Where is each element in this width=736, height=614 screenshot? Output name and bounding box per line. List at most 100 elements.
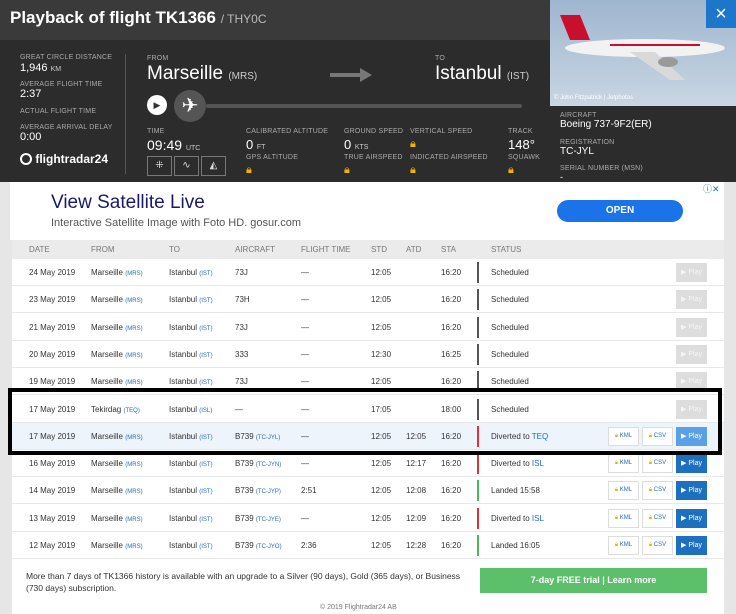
table-row[interactable]: 16 May 2019 Marseille (MRS) Istanbul (IST)… <box>12 450 724 478</box>
play-button[interactable]: ▶ Play <box>676 536 707 555</box>
cell-to[interactable]: Istanbul (IST) <box>169 350 213 359</box>
table-row[interactable]: 14 May 2019 Marseille (MRS) Istanbul (IST)… <box>12 477 724 505</box>
cell-to[interactable]: Istanbul (IST) <box>169 541 213 550</box>
photo-credit[interactable]: © John Fitzpatrick | Jetphotos <box>554 95 633 101</box>
cell-date: 17 May 2019 <box>29 431 76 441</box>
play-button[interactable]: ▶ Play <box>676 263 707 282</box>
cell-from[interactable]: Marseille (MRS) <box>91 432 143 441</box>
diverted-airport-link[interactable]: ISL <box>532 459 544 468</box>
registration-value[interactable]: TC-JYL <box>560 146 594 157</box>
map-view-button[interactable]: ⁜ <box>147 156 172 176</box>
table-row[interactable]: 21 May 2019 Marseille (MRS) Istanbul (IST)… <box>12 313 724 341</box>
aircraft-panel: © John Fitzpatrick | Jetphotos × AIRCRAF… <box>550 0 736 182</box>
diverted-airport-link[interactable]: TEQ <box>532 432 548 441</box>
free-trial-button[interactable]: 7-day FREE trial | Learn more <box>480 568 707 593</box>
play-button[interactable]: ▶ Play <box>676 426 707 446</box>
cell-aircraft: 73H <box>235 295 250 305</box>
ad-open-button[interactable]: OPEN <box>557 200 683 222</box>
table-row[interactable]: 19 May 2019 Marseille (MRS) Istanbul (IST)… <box>12 368 724 396</box>
cell-to[interactable]: Istanbul (IST) <box>169 323 213 332</box>
kml-download-button[interactable]: 🔒︎ KML <box>608 536 639 555</box>
status-indicator <box>477 480 479 502</box>
aircraft-value[interactable]: Boeing 737-9F2(ER) <box>560 119 652 130</box>
play-button[interactable]: ▶ Play <box>676 454 707 474</box>
flightradar24-logo[interactable]: flightradar24 <box>20 152 108 166</box>
status-indicator <box>477 343 479 365</box>
cell-to[interactable]: Istanbul (ISL) <box>169 405 212 414</box>
cell-to[interactable]: Istanbul (IST) <box>169 295 213 304</box>
playback-timeline[interactable] <box>206 104 522 108</box>
diverted-airport-link[interactable]: ISL <box>532 514 544 523</box>
cell-from[interactable]: Marseille (MRS) <box>91 295 143 304</box>
col-from: FROM <box>91 245 115 254</box>
time-label: TIME <box>147 128 165 135</box>
cell-aircraft[interactable]: B739 (TC-JYN) <box>235 459 281 468</box>
table-row[interactable]: 24 May 2019 Marseille (MRS) Istanbul (IST)… <box>12 259 724 286</box>
table-row[interactable]: 17 May 2019 Tekirdag (TEQ) Istanbul (ISL) —… <box>12 395 724 423</box>
cell-from[interactable]: Marseille (MRS) <box>91 268 143 277</box>
cell-from[interactable]: Marseille (MRS) <box>91 350 143 359</box>
cell-to[interactable]: Istanbul (IST) <box>169 432 213 441</box>
csv-download-button[interactable]: 🔒︎ CSV <box>642 454 673 474</box>
cell-from[interactable]: Marseille (MRS) <box>91 377 143 386</box>
play-button[interactable]: ▶ Play <box>676 399 707 419</box>
vertical-speed-label: VERTICAL SPEED <box>410 128 473 135</box>
great-circle-value: 1,946 KM <box>20 62 62 74</box>
cell-flight-time: — <box>301 431 309 441</box>
kml-download-button[interactable]: 🔒︎ KML <box>608 454 639 474</box>
destination-airport[interactable]: Istanbul (IST) <box>435 63 529 85</box>
kml-download-button[interactable]: 🔒︎ KML <box>608 426 639 446</box>
ad-title[interactable]: View Satellite Live <box>51 192 205 214</box>
table-row[interactable]: 13 May 2019 Marseille (MRS) Istanbul (IST)… <box>12 504 724 532</box>
ad-banner[interactable]: View Satellite Live Interactive Satellit… <box>10 182 724 240</box>
play-button[interactable]: ▶ Play <box>676 372 707 392</box>
cell-flight-time: — <box>301 377 309 387</box>
cell-atd: 12:05 <box>406 431 427 441</box>
table-row[interactable]: 23 May 2019 Marseille (MRS) Istanbul (IST)… <box>12 286 724 314</box>
cell-from[interactable]: Marseille (MRS) <box>91 541 143 550</box>
cell-from[interactable]: Tekirdag (TEQ) <box>91 405 140 414</box>
kml-download-button[interactable]: 🔒︎ KML <box>608 508 639 528</box>
altitude-graph-button[interactable]: ◭ <box>201 156 226 176</box>
table-row[interactable]: 12 May 2019 Marseille (MRS) Istanbul (IST)… <box>12 532 724 559</box>
status-indicator <box>477 289 479 311</box>
play-button[interactable]: ▶ Play <box>676 344 707 364</box>
cell-aircraft[interactable]: B739 (TC-JYP) <box>235 486 281 495</box>
lock-icon: 🔒︎ <box>410 164 416 176</box>
cell-from[interactable]: Marseille (MRS) <box>91 486 143 495</box>
ad-subtitle[interactable]: Interactive Satellite Image with Foto HD… <box>51 217 301 229</box>
cell-from[interactable]: Marseille (MRS) <box>91 323 143 332</box>
cell-to[interactable]: Istanbul (IST) <box>169 486 213 495</box>
cell-std: 12:05 <box>371 459 392 469</box>
playback-play-button[interactable]: ▶ <box>147 95 167 115</box>
csv-download-button[interactable]: 🔒︎ CSV <box>642 481 673 501</box>
cell-to[interactable]: Istanbul (IST) <box>169 514 213 523</box>
cell-aircraft[interactable]: B739 (TC-JYO) <box>235 541 282 550</box>
cell-aircraft[interactable]: B739 (TC-JYE) <box>235 514 281 523</box>
plane-icon[interactable]: ✈ <box>174 90 206 122</box>
play-button[interactable]: ▶ Play <box>676 317 707 337</box>
play-button[interactable]: ▶ Play <box>676 508 707 528</box>
origin-airport[interactable]: Marseille (MRS) <box>147 63 257 85</box>
csv-download-button[interactable]: 🔒︎ CSV <box>642 426 673 446</box>
cell-from[interactable]: Marseille (MRS) <box>91 459 143 468</box>
ad-choices-icon[interactable]: ⓘ✕ <box>703 182 720 195</box>
avg-flight-time-value: 2:37 <box>20 88 42 100</box>
csv-download-button[interactable]: 🔒︎ CSV <box>642 536 673 555</box>
play-button[interactable]: ▶ Play <box>676 481 707 501</box>
play-button[interactable]: ▶ Play <box>676 290 707 310</box>
cell-from[interactable]: Marseille (MRS) <box>91 514 143 523</box>
col-atd: ATD <box>406 245 422 254</box>
route-view-button[interactable]: ∿ <box>174 156 199 176</box>
table-row[interactable]: 20 May 2019 Marseille (MRS) Istanbul (IST)… <box>12 340 724 368</box>
cell-aircraft: — <box>235 404 243 414</box>
indicated-airspeed-label: INDICATED AIRSPEED <box>410 154 488 161</box>
cell-to[interactable]: Istanbul (IST) <box>169 268 213 277</box>
cell-aircraft[interactable]: B739 (TC-JYL) <box>235 432 280 441</box>
close-icon[interactable]: × <box>706 0 736 28</box>
cell-to[interactable]: Istanbul (IST) <box>169 377 213 386</box>
cell-to[interactable]: Istanbul (IST) <box>169 459 213 468</box>
table-row[interactable]: 17 May 2019 Marseille (MRS) Istanbul (IST)… <box>12 422 724 450</box>
csv-download-button[interactable]: 🔒︎ CSV <box>642 508 673 528</box>
kml-download-button[interactable]: 🔒︎ KML <box>608 481 639 501</box>
